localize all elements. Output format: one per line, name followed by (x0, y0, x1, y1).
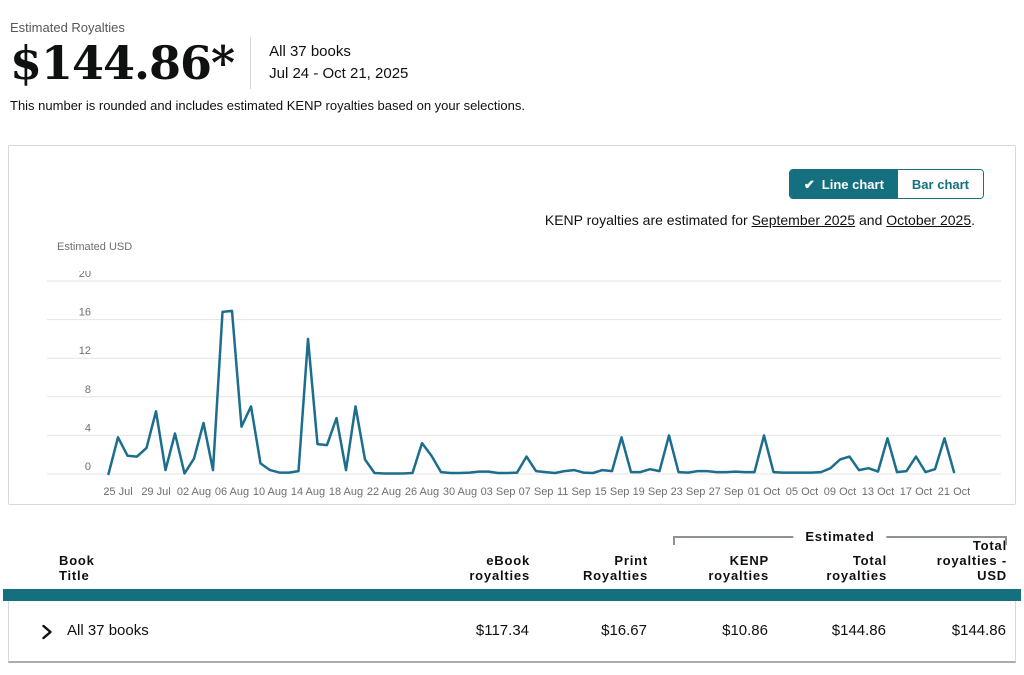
svg-text:13 Oct: 13 Oct (862, 486, 894, 498)
svg-text:01 Oct: 01 Oct (748, 486, 780, 498)
chart-card: ✔ Line chart Bar chart KENP royalties ar… (8, 145, 1016, 505)
kdp-royalties-dashboard: Estimated Royalties $144.86* All 37 book… (0, 0, 1024, 675)
table-accent-bar (3, 589, 1021, 601)
chevron-right-icon[interactable] (40, 624, 54, 640)
svg-text:17 Oct: 17 Oct (900, 486, 932, 498)
svg-text:09 Oct: 09 Oct (824, 486, 856, 498)
col-header-print-royalties: Print Royalties (562, 553, 648, 583)
october-2025-link[interactable]: October 2025 (886, 212, 971, 228)
svg-text:27 Sep: 27 Sep (709, 486, 744, 498)
svg-text:10 Aug: 10 Aug (253, 486, 287, 498)
summary-meta: All 37 books Jul 24 - Oct 21, 2025 (269, 41, 408, 85)
books-scope: All 37 books (269, 41, 408, 63)
date-range: Jul 24 - Oct 21, 2025 (269, 63, 408, 85)
kenp-note-text: and (855, 212, 886, 228)
y-axis-label: Estimated USD (57, 241, 132, 253)
svg-text:16: 16 (79, 307, 91, 319)
summary-label: Estimated Royalties (10, 20, 1010, 35)
check-icon: ✔ (804, 178, 815, 191)
svg-text:05 Oct: 05 Oct (786, 486, 818, 498)
row-book-title: All 37 books (67, 622, 149, 639)
svg-text:22 Aug: 22 Aug (367, 486, 401, 498)
svg-text:19 Sep: 19 Sep (633, 486, 668, 498)
col-header-kenp-royalties: KENP royalties (687, 553, 769, 583)
svg-text:14 Aug: 14 Aug (291, 486, 325, 498)
svg-text:25 Jul: 25 Jul (103, 486, 132, 498)
svg-text:11 Sep: 11 Sep (557, 486, 591, 498)
cell-kenp-royalties: $10.86 (668, 622, 768, 639)
september-2025-link[interactable]: September 2025 (752, 212, 856, 228)
svg-text:02 Aug: 02 Aug (177, 486, 211, 498)
cell-total-royalties-usd: $144.86 (906, 622, 1006, 639)
svg-text:30 Aug: 30 Aug (443, 486, 477, 498)
svg-text:26 Aug: 26 Aug (405, 486, 439, 498)
royalties-summary: Estimated Royalties $144.86* All 37 book… (10, 20, 1010, 113)
col-header-book-title: Book Title (59, 553, 111, 583)
chart-type-toggle: ✔ Line chart Bar chart (789, 169, 984, 199)
line-chart-button[interactable]: ✔ Line chart (790, 170, 898, 198)
svg-text:4: 4 (85, 422, 91, 434)
table-row-all-books[interactable]: All 37 books $117.34 $16.67 $10.86 $144.… (8, 601, 1016, 663)
royalties-line-chart: 0 4 8 12 16 20 25 Jul 29 Jul 02 Aug 06 Aug 10 Aug 1… (9, 271, 1015, 506)
kenp-estimate-note: KENP royalties are estimated for Septemb… (545, 212, 975, 228)
svg-text:0: 0 (85, 461, 91, 473)
svg-text:29 Jul: 29 Jul (141, 486, 170, 498)
svg-text:07 Sep: 07 Sep (519, 486, 554, 498)
cell-total-royalties: $144.86 (786, 622, 886, 639)
svg-text:15 Sep: 15 Sep (595, 486, 630, 498)
svg-text:21 Oct: 21 Oct (938, 486, 970, 498)
cell-ebook-royalties: $117.34 (429, 622, 529, 639)
bar-chart-label: Bar chart (912, 177, 969, 192)
kenp-note-text: KENP royalties are estimated for (545, 212, 752, 228)
col-header-ebook-royalties: eBook royalties (448, 553, 530, 583)
cell-print-royalties: $16.67 (547, 622, 647, 639)
svg-text:06 Aug: 06 Aug (215, 486, 249, 498)
svg-text:20: 20 (79, 271, 91, 280)
bar-chart-button[interactable]: Bar chart (898, 170, 983, 198)
svg-text:23 Sep: 23 Sep (671, 486, 706, 498)
estimated-group-bracket: Estimated (673, 536, 1007, 545)
svg-text:18 Aug: 18 Aug (329, 486, 363, 498)
summary-footnote: This number is rounded and includes esti… (10, 98, 1010, 113)
royalties-table-header: Book Title eBook royalties Print Royalti… (0, 515, 1024, 585)
divider (250, 37, 251, 89)
svg-text:12: 12 (79, 345, 91, 357)
svg-text:8: 8 (85, 384, 91, 396)
estimated-group-label: Estimated (793, 529, 886, 544)
line-chart-label: Line chart (822, 177, 884, 192)
svg-text:03 Sep: 03 Sep (481, 486, 516, 498)
kenp-note-text: . (971, 212, 975, 228)
col-header-total-royalties: Total royalties (805, 553, 887, 583)
royalties-amount: $144.86* (10, 37, 234, 89)
